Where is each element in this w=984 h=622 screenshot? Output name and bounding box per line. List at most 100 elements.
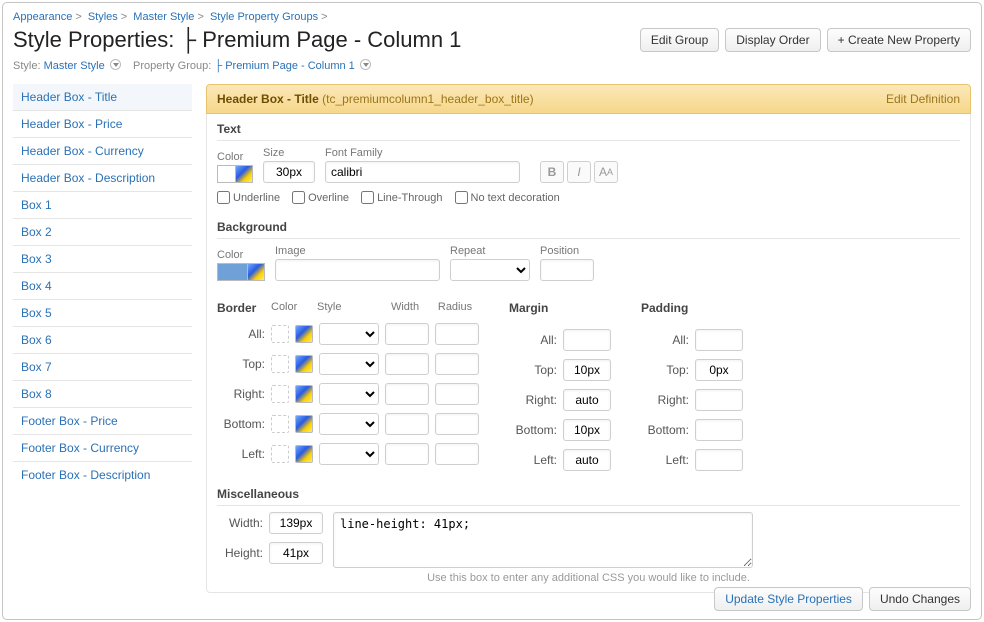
border-width-input[interactable] <box>385 353 429 375</box>
border-radius-input[interactable] <box>435 443 479 465</box>
height-label: Height: <box>217 546 263 560</box>
edit-group-button[interactable]: Edit Group <box>640 28 719 52</box>
border-color-swatch[interactable] <box>271 445 289 463</box>
crumb[interactable]: Styles <box>88 11 118 23</box>
border-style-select[interactable] <box>319 323 379 345</box>
text-color-swatch[interactable] <box>217 165 235 183</box>
color-picker-icon[interactable] <box>235 165 253 183</box>
padding-right-input[interactable] <box>695 389 743 411</box>
no-decoration-checkbox[interactable]: No text decoration <box>455 191 560 204</box>
group-dropdown[interactable]: ├ Premium Page - Column 1 <box>214 60 371 72</box>
hint-text: Use this box to enter any additional CSS… <box>217 572 960 584</box>
margin-all-input[interactable] <box>563 329 611 351</box>
sidebar-item[interactable]: Header Box - Description <box>13 165 192 192</box>
underline-checkbox[interactable]: Underline <box>217 191 280 204</box>
update-button[interactable]: Update Style Properties <box>714 587 863 611</box>
sidebar-item[interactable]: Header Box - Price <box>13 111 192 138</box>
bg-color-swatch[interactable] <box>217 263 247 281</box>
margin-bottom-input[interactable] <box>563 419 611 441</box>
border-style-select[interactable] <box>319 443 379 465</box>
row-label: Top: <box>509 363 557 377</box>
border-style-select[interactable] <box>319 353 379 375</box>
color-picker-icon[interactable] <box>295 445 313 463</box>
edit-definition-link[interactable]: Edit Definition <box>886 92 960 106</box>
sidebar-item[interactable]: Footer Box - Price <box>13 408 192 435</box>
bg-repeat-select[interactable] <box>450 259 530 281</box>
row-label: Bottom: <box>641 423 689 437</box>
sidebar-item[interactable]: Box 6 <box>13 327 192 354</box>
border-width-input[interactable] <box>385 383 429 405</box>
display-order-button[interactable]: Display Order <box>725 28 820 52</box>
sidebar-item[interactable]: Box 3 <box>13 246 192 273</box>
sidebar-item[interactable]: Footer Box - Description <box>13 462 192 488</box>
page-title: Style Properties: ├ Premium Page - Colum… <box>13 27 461 53</box>
style-dropdown[interactable]: Master Style <box>44 60 121 72</box>
margin-section-title: Margin <box>509 301 611 315</box>
margin-left-input[interactable] <box>563 449 611 471</box>
sub-bar: Style: Master Style Property Group: ├ Pr… <box>13 59 971 72</box>
border-radius-input[interactable] <box>435 323 479 345</box>
font-family-input[interactable] <box>325 161 520 183</box>
border-style-select[interactable] <box>319 383 379 405</box>
border-radius-input[interactable] <box>435 383 479 405</box>
padding-bottom-input[interactable] <box>695 419 743 441</box>
padding-left-input[interactable] <box>695 449 743 471</box>
sidebar-item[interactable]: Footer Box - Currency <box>13 435 192 462</box>
padding-all-input[interactable] <box>695 329 743 351</box>
crumb[interactable]: Master Style <box>133 11 194 23</box>
sidebar-item[interactable]: Header Box - Currency <box>13 138 192 165</box>
text-size-input[interactable] <box>263 161 315 183</box>
color-picker-icon[interactable] <box>295 355 313 373</box>
margin-right-input[interactable] <box>563 389 611 411</box>
height-input[interactable] <box>269 542 323 564</box>
color-picker-icon[interactable] <box>295 385 313 403</box>
border-width-input[interactable] <box>385 413 429 435</box>
bg-repeat-label: Repeat <box>450 245 530 257</box>
border-width-label: Width <box>383 301 427 315</box>
sidebar-item[interactable]: Box 4 <box>13 273 192 300</box>
border-radius-input[interactable] <box>435 353 479 375</box>
sidebar-item[interactable]: Box 2 <box>13 219 192 246</box>
extra-css-textarea[interactable] <box>333 512 753 568</box>
border-color-label: Color <box>271 301 311 315</box>
chevron-down-icon <box>110 59 121 70</box>
border-radius-input[interactable] <box>435 413 479 435</box>
crumb[interactable]: Style Property Groups <box>210 11 318 23</box>
sidebar-item[interactable]: Box 1 <box>13 192 192 219</box>
margin-top-input[interactable] <box>563 359 611 381</box>
sidebar-item[interactable]: Header Box - Title <box>13 84 192 111</box>
sidebar-item[interactable]: Box 8 <box>13 381 192 408</box>
border-width-input[interactable] <box>385 323 429 345</box>
padding-top-input[interactable] <box>695 359 743 381</box>
bg-image-input[interactable] <box>275 259 440 281</box>
row-label: Left: <box>641 453 689 467</box>
row-label: Right: <box>217 387 265 401</box>
bold-icon[interactable]: B <box>540 161 564 183</box>
text-color-label: Color <box>217 151 253 163</box>
border-color-swatch[interactable] <box>271 385 289 403</box>
border-color-swatch[interactable] <box>271 325 289 343</box>
bg-position-input[interactable] <box>540 259 594 281</box>
color-picker-icon[interactable] <box>295 325 313 343</box>
italic-icon[interactable]: I <box>567 161 591 183</box>
sidebar-item[interactable]: Box 5 <box>13 300 192 327</box>
text-size-label: Size <box>263 147 315 159</box>
crumb[interactable]: Appearance <box>13 11 72 23</box>
smallcaps-icon[interactable]: AA <box>594 161 618 183</box>
undo-button[interactable]: Undo Changes <box>869 587 971 611</box>
width-label: Width: <box>217 516 263 530</box>
color-picker-icon[interactable] <box>247 263 265 281</box>
border-color-swatch[interactable] <box>271 355 289 373</box>
overline-checkbox[interactable]: Overline <box>292 191 349 204</box>
width-input[interactable] <box>269 512 323 534</box>
create-property-button[interactable]: + Create New Property <box>827 28 971 52</box>
row-label: All: <box>641 333 689 347</box>
border-width-input[interactable] <box>385 443 429 465</box>
sidebar-item[interactable]: Box 7 <box>13 354 192 381</box>
border-style-select[interactable] <box>319 413 379 435</box>
property-code: (tc_premiumcolumn1_header_box_title) <box>322 92 533 106</box>
row-label: Left: <box>217 447 265 461</box>
color-picker-icon[interactable] <box>295 415 313 433</box>
border-color-swatch[interactable] <box>271 415 289 433</box>
line-through-checkbox[interactable]: Line-Through <box>361 191 442 204</box>
